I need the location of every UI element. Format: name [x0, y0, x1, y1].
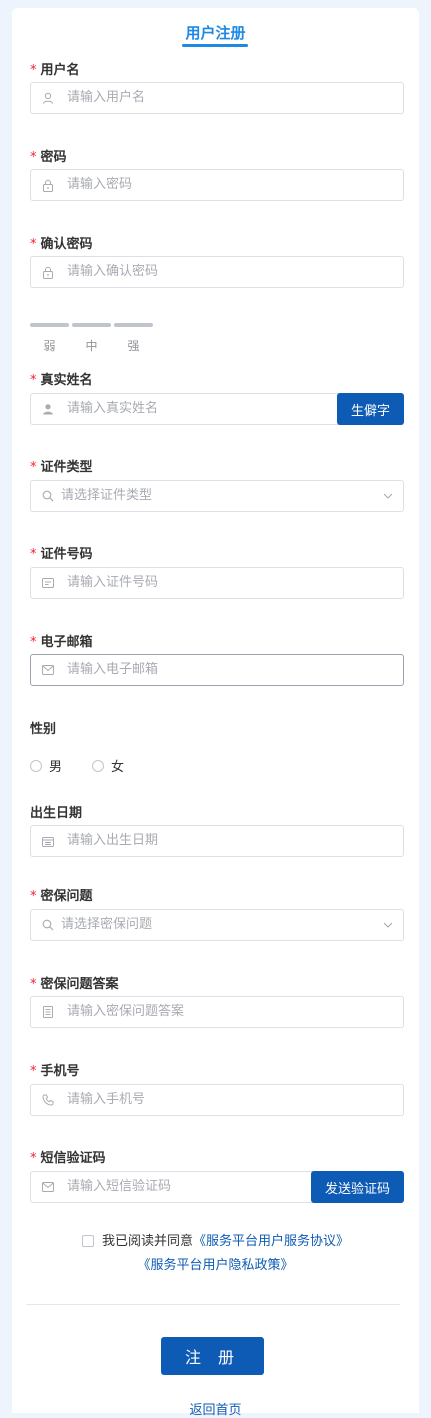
password-input[interactable]: 请输入密码: [30, 169, 404, 201]
rare-character-button[interactable]: 生僻字: [336, 393, 404, 425]
security-answer-placeholder: 请输入密保问题答案: [67, 1004, 185, 1019]
password-label: * 密码: [30, 150, 67, 165]
birth-date-placeholder: 请输入出生日期: [67, 833, 159, 848]
security-answer-label: * 密保问题答案: [30, 977, 119, 992]
confirm-password-placeholder: 请输入确认密码: [67, 264, 159, 279]
password-placeholder: 请输入密码: [67, 177, 133, 192]
strength-label-weak: 弱: [43, 339, 56, 353]
divider: [26, 1304, 400, 1305]
id-type-select[interactable]: 请选择证件类型: [30, 480, 404, 512]
sms-code-label: * 短信验证码: [30, 1151, 106, 1166]
username-label: * 用户名: [30, 63, 80, 78]
security-answer-input[interactable]: 请输入密保问题答案: [30, 996, 404, 1028]
email-label: * 电子邮箱: [30, 635, 93, 650]
real-name-label: * 真实姓名: [30, 373, 93, 388]
phone-placeholder: 请输入手机号: [67, 1092, 146, 1107]
real-name-placeholder: 请输入真实姓名: [67, 401, 159, 416]
agreement-checkbox[interactable]: [81, 1235, 94, 1247]
search-icon: [41, 481, 55, 511]
lock-icon: [41, 257, 55, 287]
user-filled-icon: [41, 394, 55, 424]
confirm-password-input[interactable]: 请输入确认密码: [30, 256, 404, 288]
id-number-input[interactable]: 请输入证件号码: [30, 567, 404, 599]
email-input[interactable]: 请输入电子邮箱: [30, 654, 404, 686]
security-question-select[interactable]: 请选择密保问题: [30, 909, 404, 941]
phone-input[interactable]: 请输入手机号: [30, 1084, 404, 1116]
gender-male-radio[interactable]: 男: [30, 756, 62, 775]
agreement-prefix: 我已阅读并同意: [101, 1234, 193, 1249]
send-code-button[interactable]: 发送验证码: [310, 1171, 404, 1203]
lock-icon: [41, 170, 55, 200]
email-placeholder: 请输入电子邮箱: [67, 662, 159, 677]
id-number-placeholder: 请输入证件号码: [67, 575, 159, 590]
search-icon: [41, 910, 55, 940]
id-type-placeholder: 请选择证件类型: [61, 488, 153, 503]
service-agreement-link[interactable]: 《服务平台用户服务协议》: [193, 1234, 349, 1249]
register-button[interactable]: 注 册: [161, 1337, 264, 1375]
radio-circle: [92, 759, 104, 772]
birth-date-label: 出生日期: [30, 806, 83, 821]
register-card: 用户注册 * 用户名 请输入用户名 * 密码 请输入密码 * 确认密码 请输入确认密码…: [12, 8, 419, 1418]
strength-bar-medium: [72, 323, 111, 327]
security-question-placeholder: 请选择密保问题: [61, 917, 153, 932]
agreement: 我已阅读并同意《服务平台用户服务协议》 《服务平台用户隐私政策》: [12, 1230, 419, 1278]
gender-female-radio[interactable]: 女: [92, 756, 124, 775]
document-icon: [41, 997, 55, 1027]
user-outline-icon: [41, 83, 55, 113]
strength-label-strong: 强: [127, 339, 140, 353]
security-question-label: * 密保问题: [30, 889, 93, 904]
username-placeholder: 请输入用户名: [67, 90, 146, 105]
sms-code-input[interactable]: 请输入短信验证码 发送验证码: [30, 1171, 404, 1203]
privacy-policy-link[interactable]: 《服务平台用户隐私政策》: [137, 1258, 293, 1273]
page-title: 用户注册: [185, 24, 246, 42]
gender-label: 性别: [30, 722, 57, 737]
strength-label-medium: 中: [85, 339, 98, 353]
phone-label: * 手机号: [30, 1064, 80, 1079]
id-card-icon: [41, 568, 55, 598]
mail-icon: [41, 1172, 55, 1202]
id-number-label: * 证件号码: [30, 547, 93, 562]
strength-bar-strong: [114, 323, 153, 327]
id-type-label: * 证件类型: [30, 460, 93, 475]
chevron-down-icon: [383, 481, 393, 511]
back-home-link[interactable]: 返回首页: [12, 1399, 419, 1418]
birth-date-input[interactable]: 请输入出生日期: [30, 825, 404, 857]
title-underline: [182, 44, 248, 47]
confirm-password-label: * 确认密码: [30, 237, 93, 252]
radio-circle: [30, 759, 42, 772]
mail-icon: [41, 655, 55, 685]
strength-bar-weak: [30, 323, 69, 327]
sms-code-placeholder: 请输入短信验证码: [67, 1179, 172, 1194]
real-name-input[interactable]: 请输入真实姓名 生僻字: [30, 393, 404, 425]
chevron-down-icon: [383, 910, 393, 940]
calendar-icon: [41, 826, 55, 856]
username-input[interactable]: 请输入用户名: [30, 82, 404, 114]
phone-icon: [41, 1085, 55, 1115]
